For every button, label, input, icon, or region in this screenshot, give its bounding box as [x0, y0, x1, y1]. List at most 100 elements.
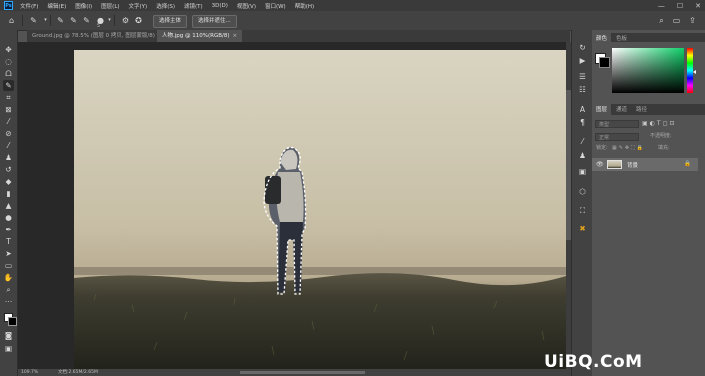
menu-3d[interactable]: 3D(D) — [212, 3, 228, 9]
brushes-panel-icon[interactable]: ⁄ — [577, 136, 588, 147]
background-color-swatch[interactable] — [599, 57, 610, 68]
menu-filter[interactable]: 滤镜(T) — [184, 2, 203, 10]
auto-enhance-icon[interactable]: ✪ — [133, 15, 144, 26]
hue-slider-marker[interactable] — [693, 70, 696, 74]
screen-mode-icon[interactable]: ▣ — [3, 343, 14, 354]
menu-image[interactable]: 图像(I) — [75, 2, 92, 10]
layer-visibility-eye-icon[interactable]: 👁 — [596, 161, 604, 168]
layer-thumbnail — [607, 160, 622, 169]
properties-panel-icon[interactable]: ☰ — [577, 71, 588, 82]
eyedropper-tool-icon[interactable]: ⁄ — [3, 116, 14, 127]
brush-size-value: 5 — [97, 24, 100, 29]
glyphs-panel-icon[interactable]: ▣ — [577, 166, 588, 177]
select-subject-button[interactable]: 选择主体 — [153, 15, 188, 28]
layer-lock-icon: 🔒 — [684, 161, 691, 167]
tab-person-document[interactable]: 人物.jpg @ 110%(RGB/8) × — [157, 30, 242, 42]
panel-icon-strip: ↻ ▶ ☰ ☷ A ¶ ⁄ ♟ ▣ ⬡ ⛶ ✖ — [571, 30, 593, 376]
divider — [114, 15, 115, 26]
history-panel-icon[interactable]: ↻ — [577, 42, 588, 53]
lasso-tool-icon[interactable]: ᗝ — [3, 68, 14, 79]
layer-kind-filter[interactable]: 类型 — [595, 120, 639, 128]
menu-view[interactable]: 视图(V) — [237, 2, 256, 10]
options-bar: ⌂ ✎ ▾ ✎ ✎ ✎ ● 5 ▾ ⚙ ✪ 选择主体 选择并遮住... ⌕ ▭ … — [0, 11, 705, 31]
minimize-button[interactable]: — — [658, 2, 665, 10]
menu-window[interactable]: 窗口(W) — [265, 2, 286, 10]
character-panel-icon[interactable]: A — [577, 104, 588, 115]
fill-label: 填充: — [658, 145, 670, 151]
move-tool-icon[interactable]: ✥ — [3, 44, 14, 55]
zoom-level[interactable]: 109.7% — [21, 369, 38, 376]
subtract-from-selection-icon[interactable]: ✎ — [81, 15, 92, 26]
eraser-tool-icon[interactable]: ◆ — [3, 176, 14, 187]
blend-mode-select[interactable]: 正常 — [595, 133, 639, 141]
healing-brush-tool-icon[interactable]: ⊘ — [3, 128, 14, 139]
menu-type[interactable]: 文字(Y) — [129, 2, 148, 10]
crop-tool-icon[interactable]: ⌗ — [3, 92, 14, 103]
menu-edit[interactable]: 编辑(E) — [47, 2, 66, 10]
quick-selection-tool-icon[interactable]: ✎ — [28, 15, 39, 26]
type-tool-icon[interactable]: T — [3, 236, 14, 247]
tab-label: Ground.jpg @ 78.5% (图层 0 拷贝, 图层蒙版/8) * — [32, 33, 160, 39]
pen-tool-icon[interactable]: ✒ — [3, 224, 14, 235]
sample-all-layers-icon[interactable]: ⚙ — [120, 15, 131, 26]
gradient-tool-icon[interactable]: ▮ — [3, 188, 14, 199]
hand-tool-icon[interactable]: ✋ — [3, 272, 14, 283]
lock-options-icons[interactable]: ▦✎✥⛶🔒 — [612, 144, 645, 153]
document-tab-bar: Ground.jpg @ 78.5% (图层 0 拷贝, 图层蒙版/8) *× … — [27, 30, 570, 42]
path-selection-tool-icon[interactable]: ➤ — [3, 248, 14, 259]
opacity-label: 不透明度: — [650, 133, 672, 139]
adjustments-panel-icon[interactable]: ☷ — [577, 84, 588, 95]
foggy-field-photo — [74, 50, 566, 369]
document-size: 文档:2.65M/2.65M — [58, 370, 98, 375]
menu-bar: Ps 文件(F) 编辑(E) 图像(I) 图层(L) 文字(Y) 选择(S) 滤… — [0, 0, 705, 11]
divider — [50, 15, 51, 26]
close-button[interactable]: ✕ — [695, 2, 701, 10]
lock-label: 锁定: — [596, 145, 608, 151]
add-to-selection-icon[interactable]: ✎ — [68, 15, 79, 26]
background-color-swatch[interactable] — [8, 317, 17, 326]
more-tools-icon[interactable]: ⋯ — [3, 296, 14, 307]
tools-panel: ✥ ◌ ᗝ ✎ ⌗ ⊠ ⁄ ⊘ ⁄ ♟ ↺ ◆ ▮ ▲ ● ✒ T ➤ ▭ ✋ … — [0, 30, 18, 376]
window-controls: — ☐ ✕ — [658, 0, 701, 11]
maximize-button[interactable]: ☐ — [677, 2, 683, 10]
layer-filter-icons[interactable]: ▣◐T◻⊡ — [642, 120, 677, 127]
watermark-logo: UiBQ.CoM — [544, 352, 643, 372]
menu-help[interactable]: 帮助(H) — [295, 2, 314, 10]
frame-tool-icon[interactable]: ⊠ — [3, 104, 14, 115]
tool-tip-panel-icon[interactable]: ✖ — [577, 223, 588, 234]
layers-panel — [592, 115, 705, 376]
divider — [22, 15, 23, 26]
history-brush-tool-icon[interactable]: ↺ — [3, 164, 14, 175]
clone-source-panel-icon[interactable]: ♟ — [577, 150, 588, 161]
search-icon[interactable]: ⌕ — [656, 15, 667, 26]
brush-tool-icon[interactable]: ⁄ — [3, 140, 14, 151]
zoom-tool-icon[interactable]: ⌕ — [3, 284, 14, 295]
new-selection-icon[interactable]: ✎ — [55, 15, 66, 26]
tab-ground-document[interactable]: Ground.jpg @ 78.5% (图层 0 拷贝, 图层蒙版/8) *× — [27, 30, 167, 42]
menu-file[interactable]: 文件(F) — [20, 2, 38, 10]
photoshop-logo-icon[interactable]: Ps — [4, 1, 13, 10]
blur-tool-icon[interactable]: ▲ — [3, 200, 14, 211]
clone-stamp-tool-icon[interactable]: ♟ — [3, 152, 14, 163]
quick-selection-tool-icon[interactable]: ✎ — [3, 80, 14, 91]
tab-label: 人物.jpg @ 110%(RGB/8) — [162, 33, 230, 39]
shape-tool-icon[interactable]: ▭ — [3, 260, 14, 271]
horizontal-scrollbar-thumb[interactable] — [240, 371, 365, 374]
layer-name[interactable]: 背景 — [627, 161, 638, 169]
color-picker-field[interactable] — [612, 48, 684, 93]
workspace-icon[interactable]: ▭ — [671, 15, 682, 26]
3d-panel-icon[interactable]: ⛶ — [577, 205, 588, 216]
actions-panel-icon[interactable]: ▶ — [577, 55, 588, 66]
menu-select[interactable]: 选择(S) — [156, 2, 175, 10]
dodge-tool-icon[interactable]: ● — [3, 212, 14, 223]
quick-mask-icon[interactable]: ◙ — [3, 330, 14, 341]
close-icon[interactable]: × — [232, 33, 237, 39]
document-canvas-photo[interactable] — [74, 50, 566, 369]
libraries-panel-icon[interactable]: ⬡ — [577, 186, 588, 197]
share-icon[interactable]: ⇪ — [687, 15, 698, 26]
menu-layer[interactable]: 图层(L) — [101, 2, 119, 10]
select-and-mask-button[interactable]: 选择并遮住... — [192, 15, 237, 28]
marquee-tool-icon[interactable]: ◌ — [3, 56, 14, 67]
paragraph-panel-icon[interactable]: ¶ — [577, 117, 588, 128]
home-icon[interactable]: ⌂ — [6, 15, 17, 26]
